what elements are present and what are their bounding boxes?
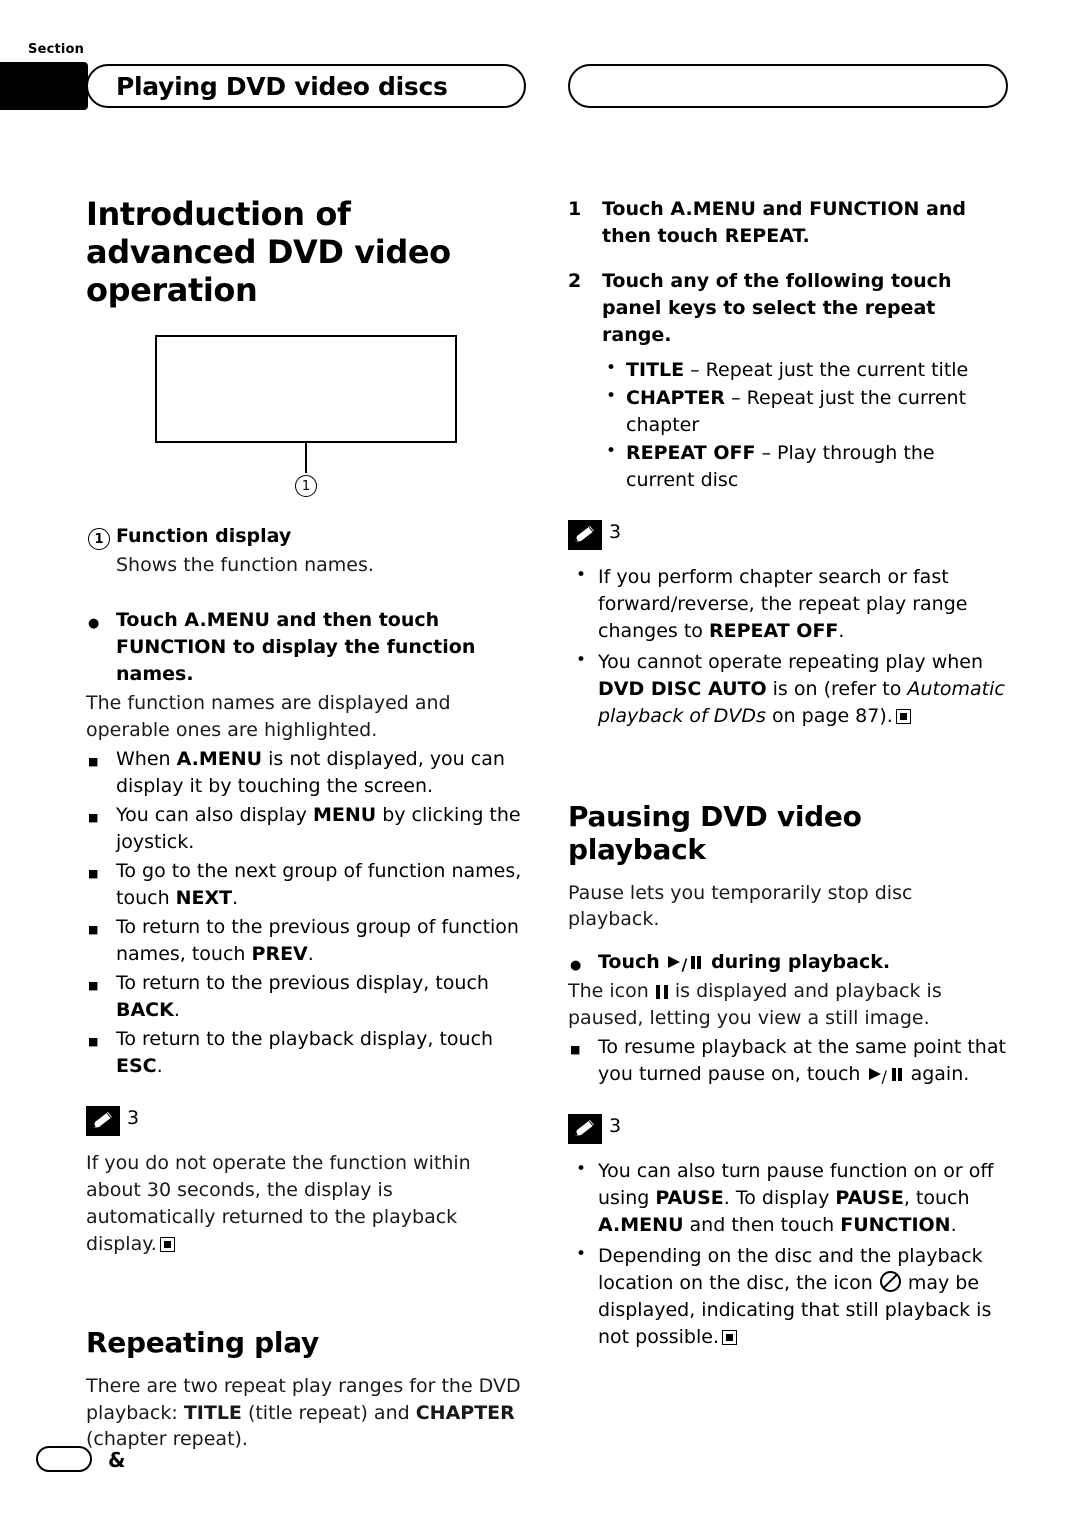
square-bullet-icon [88, 858, 98, 885]
end-marker-icon [895, 708, 911, 724]
callout-title: Function display [116, 525, 292, 548]
note-bullet: Depending on the disc and the playback l… [568, 1242, 1008, 1351]
instruction-body: The function names are displayed and ope… [86, 692, 451, 742]
note-list: You can also turn pause function on or o… [568, 1157, 1008, 1351]
callout-title-row: 1 Function display [86, 523, 526, 551]
repeating-play-heading: Repeating play [86, 1325, 319, 1359]
prohibition-icon [879, 1271, 901, 1293]
page-title: Playing DVD video discs [116, 72, 448, 101]
list-item: To resume playback at the same point tha… [568, 1034, 1008, 1088]
callout-number-icon: 1 [88, 524, 110, 551]
note-bullet: You cannot operate repeating play when D… [568, 648, 1008, 730]
square-bullet-icon [570, 1034, 580, 1061]
repeat-option: CHAPTER – Repeat just the current chapte… [604, 384, 1008, 439]
square-bullet-icon [88, 746, 98, 773]
pencil-note-icon [568, 519, 602, 550]
callout-description: Shows the function names. [116, 554, 374, 577]
footer-pill [36, 1446, 92, 1472]
list-item: To return to the playback display, touch… [86, 1026, 526, 1080]
pause-icon [655, 985, 668, 1000]
end-marker-icon [722, 1330, 737, 1346]
step-1-text: Touch A.MENU and FUNCTION and then touch… [602, 198, 966, 247]
square-bullet-icon [88, 802, 98, 829]
end-marker-icon [159, 1236, 175, 1252]
step-2-number: 2 [568, 269, 582, 292]
step-1-number: 1 [568, 198, 582, 220]
square-bullet-icon [88, 914, 98, 941]
filled-circle-icon [88, 608, 99, 635]
section-heading: Introduction of advanced DVD video opera… [86, 195, 451, 309]
page-number: & [108, 1448, 126, 1472]
right-column: 1 Touch A.MENU and FUNCTION and then tou… [568, 196, 1008, 1355]
figure-leader-line [305, 443, 307, 474]
list-item: You can also display MENU by clicking th… [86, 802, 526, 856]
manual-page: Section Playing DVD video discs Introduc… [0, 0, 1080, 1529]
left-column: Introduction of advanced DVD video opera… [86, 195, 526, 1455]
section-tab [0, 62, 88, 110]
function-display-figure [155, 335, 457, 444]
header-pill-right [568, 64, 1008, 108]
pausing-heading: Pausing DVD video playback [568, 799, 862, 866]
note-header: 3 [568, 1114, 1008, 1145]
list-item: To return to the previous group of funct… [86, 914, 526, 968]
list-item: To go to the next group of function name… [86, 858, 526, 912]
note-header: 3 [568, 519, 1008, 550]
repeating-play-body: There are two repeat play ranges for the… [86, 1374, 521, 1451]
note-number: 3 [609, 1115, 622, 1138]
figure-callout-number: 1 [295, 475, 317, 498]
figure-callout: 1 [86, 475, 526, 498]
filled-circle-icon [570, 950, 581, 977]
step-1: 1 Touch A.MENU and FUNCTION and then tou… [568, 196, 1008, 250]
play-pause-icon: / [868, 1067, 903, 1086]
instruction-bullet: Touch A.MENU and then touch FUNCTION to … [86, 607, 526, 688]
note-list: If you perform chapter search or fast fo… [568, 563, 1008, 730]
pause-description: The icon is displayed and playback is pa… [568, 980, 942, 1030]
note-number: 3 [609, 520, 622, 543]
list-item: When A.MENU is not displayed, you can di… [86, 746, 526, 800]
list-item: To return to the previous display, touch… [86, 970, 526, 1024]
step-2: 2 Touch any of the following touch panel… [568, 268, 1008, 349]
instruction-text: Touch A.MENU and then touch FUNCTION to … [116, 609, 476, 686]
note-bullet: You can also turn pause function on or o… [568, 1157, 1008, 1239]
pausing-body: Pause lets you temporarily stop disc pla… [568, 881, 913, 931]
section-label: Section [28, 42, 85, 57]
repeat-option: TITLE – Repeat just the current title [604, 356, 1008, 384]
step-2-text: Touch any of the following touch panel k… [602, 269, 952, 346]
pencil-note-icon [86, 1105, 120, 1136]
note-number: 3 [127, 1106, 140, 1129]
square-bullet-icon [88, 1026, 98, 1053]
note-text: If you do not operate the function withi… [86, 1151, 471, 1255]
note-bullet: If you perform chapter search or fast fo… [568, 563, 1008, 645]
square-bullet-icon [88, 970, 98, 997]
play-pause-icon: / [668, 955, 702, 974]
repeat-option: REPEAT OFF – Play through the current di… [604, 439, 1008, 494]
note-header: 3 [86, 1105, 526, 1136]
repeat-options-list: TITLE – Repeat just the current title CH… [568, 356, 1008, 494]
pencil-note-icon [568, 1114, 602, 1145]
pause-instruction: Touch / during playback. [568, 949, 1008, 976]
